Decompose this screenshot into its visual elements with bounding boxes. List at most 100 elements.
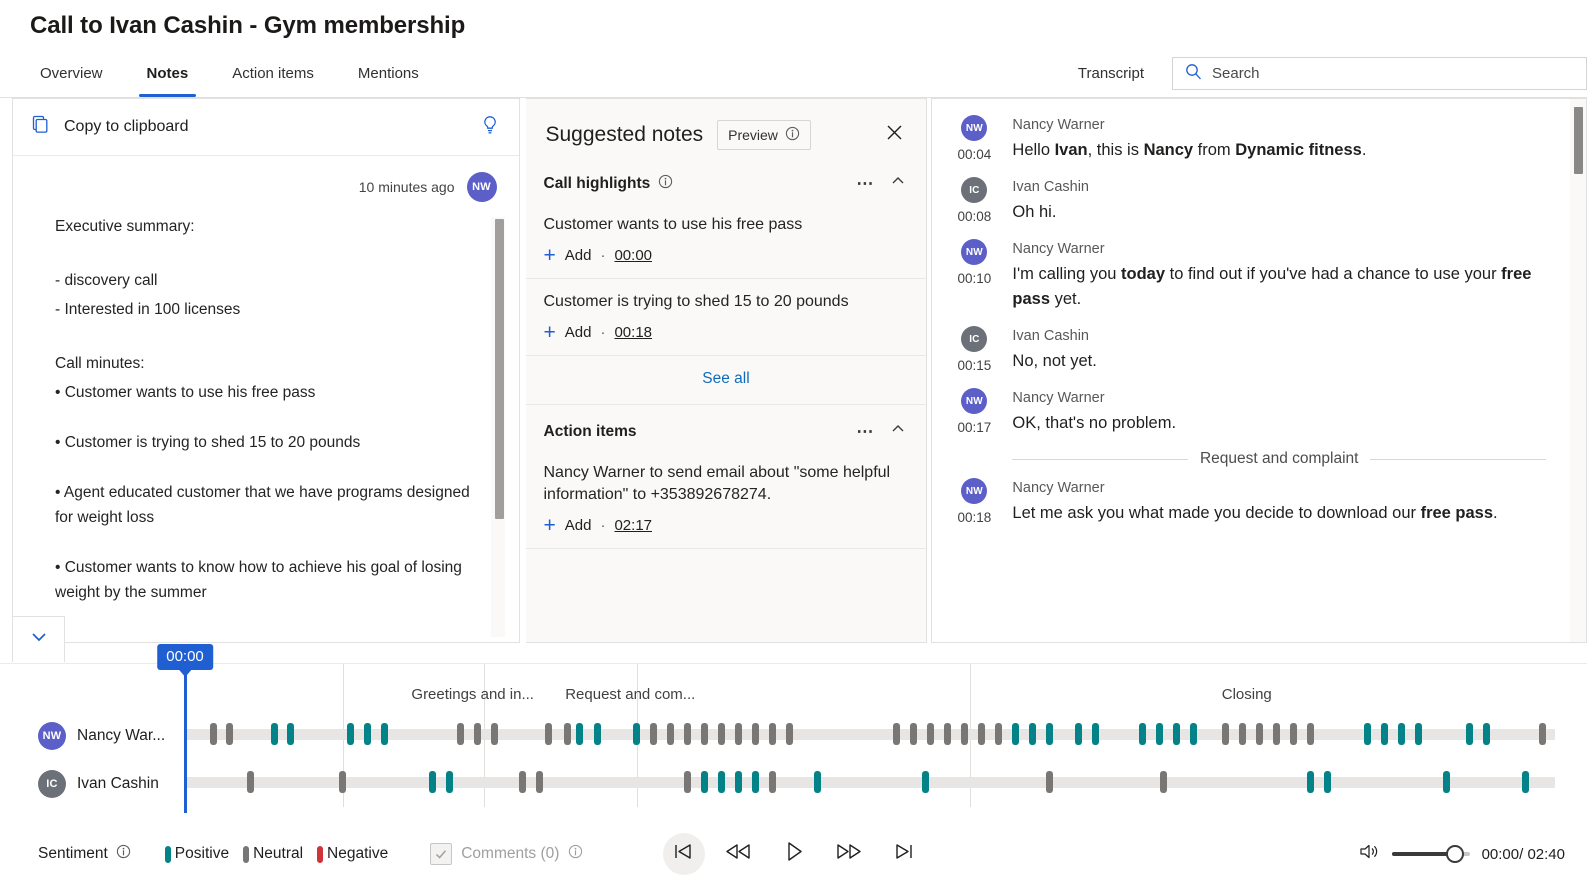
- timeline-sentiment-tick[interactable]: [978, 723, 986, 745]
- timeline-sentiment-tick[interactable]: [1139, 723, 1147, 745]
- timeline-sentiment-tick[interactable]: [683, 771, 691, 793]
- timeline-sentiment-tick[interactable]: [893, 723, 901, 745]
- more-options-icon[interactable]: ⋯: [850, 174, 880, 194]
- tab-notes[interactable]: Notes: [125, 50, 211, 97]
- tab-overview[interactable]: Overview: [18, 50, 125, 97]
- add-button[interactable]: Add: [565, 517, 592, 534]
- transcript-timestamp[interactable]: 00:15: [958, 358, 992, 373]
- timeline-sentiment-tick[interactable]: [1222, 723, 1229, 745]
- tab-mentions[interactable]: Mentions: [336, 50, 441, 97]
- timeline-playhead[interactable]: [184, 664, 187, 813]
- chevron-up-icon[interactable]: [888, 419, 908, 444]
- timeline-sentiment-tick[interactable]: [1029, 723, 1037, 745]
- timeline-sentiment-tick[interactable]: [519, 771, 527, 793]
- timeline-sentiment-tick[interactable]: [1190, 723, 1198, 745]
- timeline-sentiment-tick[interactable]: [995, 723, 1003, 745]
- timeline-sentiment-tick[interactable]: [944, 723, 952, 745]
- timeline-sentiment-tick[interactable]: [381, 723, 389, 745]
- timeline-sentiment-tick[interactable]: [1465, 723, 1473, 745]
- timeline-sentiment-tick[interactable]: [1273, 723, 1280, 745]
- timeline-sentiment-tick[interactable]: [1159, 771, 1167, 793]
- timeline-playhead-label[interactable]: 00:00: [157, 644, 213, 677]
- more-options-icon[interactable]: ⋯: [850, 422, 880, 442]
- timeline-sentiment-tick[interactable]: [576, 723, 583, 745]
- timeline-sentiment-tick[interactable]: [927, 723, 935, 745]
- notes-scrollbar-thumb[interactable]: [494, 219, 504, 519]
- timeline-sentiment-tick[interactable]: [457, 723, 464, 745]
- timeline-sentiment-tick[interactable]: [364, 723, 372, 745]
- timeline-sentiment-tick[interactable]: [491, 723, 498, 745]
- add-button[interactable]: Add: [565, 324, 592, 341]
- timeline-sentiment-tick[interactable]: [910, 723, 918, 745]
- plus-icon[interactable]: +: [544, 515, 556, 536]
- timeline-sentiment-tick[interactable]: [1397, 723, 1405, 745]
- timeline-sentiment-tick[interactable]: [921, 771, 929, 793]
- skip-to-start-button[interactable]: [662, 833, 705, 875]
- timeline-sentiment-tick[interactable]: [751, 723, 759, 745]
- preview-badge[interactable]: Preview: [717, 120, 811, 150]
- transcript-timestamp[interactable]: 00:10: [958, 271, 992, 286]
- plus-icon[interactable]: +: [544, 245, 556, 266]
- chevron-up-icon[interactable]: [888, 171, 908, 196]
- timeline-sentiment-tick[interactable]: [1324, 771, 1331, 793]
- timeline-sentiment-tick[interactable]: [700, 723, 708, 745]
- timeline-sentiment-tick[interactable]: [445, 771, 453, 793]
- tab-transcript[interactable]: Transcript: [1050, 50, 1172, 97]
- transcript-timestamp[interactable]: 00:08: [958, 209, 992, 224]
- transcript-scrollbar-thumb[interactable]: [1574, 107, 1583, 174]
- rewind-button[interactable]: [718, 833, 760, 875]
- sentiment-timeline[interactable]: Greetings and in... Request and com... Clo…: [0, 644, 1587, 823]
- skip-to-end-button[interactable]: [883, 833, 925, 875]
- timeline-sentiment-tick[interactable]: [683, 723, 691, 745]
- transcript-entry[interactable]: IC 00:15 Ivan Cashin No, not yet.: [950, 326, 1546, 374]
- timeline-sentiment-tick[interactable]: [287, 723, 294, 745]
- info-icon[interactable]: [116, 844, 131, 864]
- timeline-sentiment-tick[interactable]: [1443, 771, 1450, 793]
- search-input[interactable]: Search: [1172, 57, 1587, 90]
- timeline-sentiment-tick[interactable]: [536, 771, 544, 793]
- info-icon[interactable]: [785, 126, 800, 144]
- timeline-sentiment-tick[interactable]: [632, 723, 640, 745]
- fast-forward-button[interactable]: [828, 833, 870, 875]
- timeline-sentiment-tick[interactable]: [1156, 723, 1164, 745]
- timeline-sentiment-tick[interactable]: [428, 771, 436, 793]
- add-button[interactable]: Add: [565, 247, 592, 264]
- timeline-sentiment-tick[interactable]: [717, 723, 725, 745]
- lightbulb-icon[interactable]: [479, 114, 501, 141]
- timeline-sentiment-tick[interactable]: [339, 771, 347, 793]
- timeline-sentiment-tick[interactable]: [785, 723, 793, 745]
- timestamp-link[interactable]: 00:18: [614, 324, 652, 341]
- transcript-entry[interactable]: NW 00:10 Nancy Warner I'm calling you today…: [950, 239, 1546, 312]
- timeline-sentiment-tick[interactable]: [700, 771, 708, 793]
- timeline-sentiment-tick[interactable]: [666, 723, 674, 745]
- timeline-sentiment-tick[interactable]: [247, 771, 255, 793]
- timeline-sentiment-tick[interactable]: [225, 723, 233, 745]
- timeline-sentiment-tick[interactable]: [1290, 723, 1297, 745]
- timeline-sentiment-tick[interactable]: [734, 771, 742, 793]
- timeline-sentiment-tick[interactable]: [474, 723, 481, 745]
- notes-collapse-button[interactable]: [12, 616, 65, 662]
- timeline-sentiment-tick[interactable]: [563, 723, 571, 745]
- info-icon[interactable]: [658, 174, 673, 194]
- timeline-sentiment-tick[interactable]: [209, 723, 217, 745]
- transcript-scrollbar[interactable]: [1570, 99, 1586, 642]
- transcript-timestamp[interactable]: 00:04: [958, 147, 992, 162]
- play-button[interactable]: [773, 833, 815, 875]
- timeline-sentiment-tick[interactable]: [1482, 723, 1490, 745]
- check-icon[interactable]: [430, 843, 453, 865]
- timeline-sentiment-tick[interactable]: [751, 771, 759, 793]
- timeline-sentiment-tick[interactable]: [1307, 723, 1314, 745]
- timeline-sentiment-tick[interactable]: [649, 723, 657, 745]
- timeline-sentiment-tick[interactable]: [347, 723, 355, 745]
- timeline-sentiment-tick[interactable]: [768, 723, 776, 745]
- timeline-sentiment-tick[interactable]: [1091, 723, 1099, 745]
- timeline-sentiment-tick[interactable]: [717, 771, 725, 793]
- volume-slider-knob[interactable]: [1445, 845, 1464, 863]
- comments-toggle[interactable]: Comments (0): [430, 843, 583, 865]
- timeline-sentiment-tick[interactable]: [1307, 771, 1314, 793]
- info-icon[interactable]: [568, 844, 583, 864]
- timeline-sentiment-tick[interactable]: [1173, 723, 1181, 745]
- timestamp-link[interactable]: 02:17: [614, 517, 652, 534]
- volume-icon[interactable]: [1359, 842, 1380, 866]
- timeline-sentiment-tick[interactable]: [1256, 723, 1263, 745]
